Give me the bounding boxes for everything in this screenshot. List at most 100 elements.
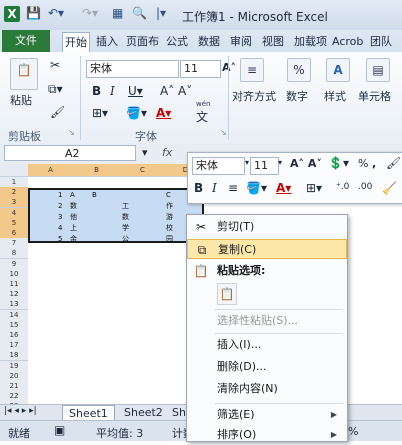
excel-logo-icon[interactable]: X xyxy=(4,6,20,22)
name-box[interactable]: A2 xyxy=(4,145,136,161)
grow-font-icon[interactable]: A˄ xyxy=(222,61,236,74)
font-name-box[interactable]: 宋体 xyxy=(86,60,179,78)
format-painter-icon[interactable]: 🖌 xyxy=(50,105,65,119)
mini-font-name-box[interactable]: 宋体 xyxy=(192,157,245,175)
save-icon[interactable]: 💾 xyxy=(26,6,41,22)
mini-align-icon[interactable]: ≡ xyxy=(228,181,238,195)
mini-comma-button[interactable]: , xyxy=(372,157,376,170)
cut-icon[interactable]: ✂ xyxy=(50,58,60,72)
mini-border-icon[interactable]: ⊞▾ xyxy=(306,181,322,195)
cell-a6-text[interactable]: 余 xyxy=(70,234,77,244)
mini-font-size-box[interactable]: 11 xyxy=(250,157,279,175)
undo-icon[interactable]: ↶▾ xyxy=(48,6,64,22)
font-size-box[interactable]: 11 xyxy=(180,60,221,78)
menu-item-copy[interactable]: ⧉ 复制(C) xyxy=(187,239,347,259)
underline-button[interactable]: U▾ xyxy=(128,84,143,98)
cell-b6[interactable]: 公 xyxy=(122,234,129,244)
paste-button-label[interactable]: 粘贴 xyxy=(10,92,32,108)
tab-page-layout[interactable]: 页面布 xyxy=(126,33,159,51)
menu-item-filter[interactable]: 筛选(E) ▶ xyxy=(187,405,347,425)
mini-decrease-decimal-icon[interactable]: .00 xyxy=(358,182,372,192)
cell-a5[interactable]: 4 xyxy=(58,223,62,233)
bold-button[interactable]: B xyxy=(92,84,101,98)
namebox-dropdown-icon[interactable]: ▾ xyxy=(142,146,148,159)
cell-a2-text[interactable]: A xyxy=(70,190,75,200)
macro-record-icon[interactable]: ▣ xyxy=(54,423,65,437)
menu-item-insert[interactable]: 插入(I)... xyxy=(187,335,347,355)
mini-increase-decimal-icon[interactable]: ⁺.0 xyxy=(336,182,349,192)
styles-label[interactable]: 样式 xyxy=(324,88,346,104)
sheet-tab-sheet2[interactable]: Sheet2 xyxy=(118,405,169,420)
cell-a6[interactable]: 5 xyxy=(58,234,62,244)
cell-b2[interactable]: B xyxy=(92,190,97,200)
font-color-icon[interactable]: A▾ xyxy=(156,106,171,120)
tab-team[interactable]: 团队 xyxy=(370,33,392,51)
cell-a4-text[interactable]: 他 xyxy=(70,212,77,222)
menu-item-delete[interactable]: 删除(D)... xyxy=(187,357,347,377)
redo-icon[interactable]: ↷▾ xyxy=(82,6,98,22)
tab-view[interactable]: 视图 xyxy=(262,33,284,51)
print-preview-icon[interactable]: ▦ xyxy=(112,6,123,22)
cell-c5[interactable]: 校 xyxy=(166,223,173,233)
number-label[interactable]: 数字 xyxy=(286,88,308,104)
font-launcher-icon[interactable]: ↘ xyxy=(220,128,227,137)
styles-icon[interactable]: A xyxy=(326,58,350,82)
menu-item-sort[interactable]: 排序(O) ▶ xyxy=(187,425,347,445)
cell-a3-text[interactable]: 数 xyxy=(70,201,77,211)
selected-range[interactable] xyxy=(28,188,204,243)
cell-c2[interactable]: C xyxy=(166,190,171,200)
alignment-label[interactable]: 对齐方式 xyxy=(232,88,276,104)
tab-insert[interactable]: 插入 xyxy=(96,33,118,51)
customize-toolbar-icon[interactable]: |▾ xyxy=(156,6,166,22)
fx-icon[interactable]: fx xyxy=(162,146,172,159)
cell-c6[interactable]: 园 xyxy=(166,234,173,244)
grow-shrink-icon[interactable]: A˄ A˅ xyxy=(160,84,192,98)
mini-grow-font-icon[interactable]: A˄ A˅ xyxy=(290,157,322,170)
cell-a3[interactable]: 2 xyxy=(58,201,62,211)
menu-item-clear[interactable]: 清除内容(N) xyxy=(187,379,347,399)
mini-size-dropdown-icon[interactable]: ▾ xyxy=(278,158,282,167)
phonetic-label[interactable]: wén xyxy=(196,100,210,108)
phonetic-icon[interactable]: 文 xyxy=(196,108,208,125)
cells-label[interactable]: 单元格 xyxy=(358,88,391,104)
cells-icon[interactable]: ▤ xyxy=(366,58,390,82)
tab-addins[interactable]: 加载项 xyxy=(294,33,327,51)
clipboard-launcher-icon[interactable]: ↘ xyxy=(68,128,75,137)
zoom-level[interactable]: % xyxy=(348,425,358,438)
menu-item-cut[interactable]: ✂ 剪切(T) xyxy=(187,217,347,237)
tab-review[interactable]: 审阅 xyxy=(230,33,252,51)
mini-format-painter-icon[interactable]: 🖌 xyxy=(386,156,401,170)
fill-color-icon[interactable]: 🪣▾ xyxy=(126,106,147,120)
copy-icon[interactable]: ⧉▾ xyxy=(48,82,63,97)
quick-print-icon[interactable]: 🔍 xyxy=(132,6,147,22)
tab-formulas[interactable]: 公式 xyxy=(166,33,188,51)
cell-b4[interactable]: 数 xyxy=(122,212,129,222)
mini-fill-color-icon[interactable]: 🪣▾ xyxy=(246,181,267,195)
cell-a2[interactable]: 1 xyxy=(58,190,62,200)
paste-icon[interactable]: 📋 xyxy=(10,58,38,90)
mini-font-color-icon[interactable]: A▾ xyxy=(276,181,291,195)
column-header-a[interactable]: A xyxy=(28,164,74,177)
mini-percent-button[interactable]: % xyxy=(358,157,368,170)
border-icon[interactable]: ⊞▾ xyxy=(92,106,108,120)
worksheet-grid[interactable]: A B C D 1 2 3 4 5 6 7 8 9 10 11 12 13 14 15 16 17 18 19 20 2… xyxy=(0,164,206,413)
mini-eraser-icon[interactable]: 🧹 xyxy=(382,181,397,195)
mini-accounting-icon[interactable]: 💲▾ xyxy=(328,156,349,170)
column-header-b[interactable]: B xyxy=(74,164,120,177)
mini-bold-button[interactable]: B xyxy=(194,181,203,195)
cell-c3[interactable]: 作 xyxy=(166,201,173,211)
cell-a4[interactable]: 3 xyxy=(58,212,62,222)
tab-home[interactable]: 开始 xyxy=(62,32,90,53)
mini-italic-button[interactable]: I xyxy=(212,181,217,195)
select-all-corner[interactable] xyxy=(0,164,29,177)
cell-c4[interactable]: 游 xyxy=(166,212,173,222)
menu-item-paste-special[interactable]: 选择性粘贴(S)... xyxy=(187,311,347,331)
column-header-c[interactable]: C xyxy=(120,164,166,177)
cell-b3[interactable]: 工 xyxy=(122,201,129,211)
tab-acrobat[interactable]: Acrob xyxy=(332,33,363,51)
italic-button[interactable]: I xyxy=(110,84,115,98)
cell-b5[interactable]: 学 xyxy=(122,223,129,233)
cell-a5-text[interactable]: 上 xyxy=(70,223,77,233)
tab-file[interactable]: 文件 xyxy=(2,30,50,52)
tab-data[interactable]: 数据 xyxy=(198,33,220,51)
